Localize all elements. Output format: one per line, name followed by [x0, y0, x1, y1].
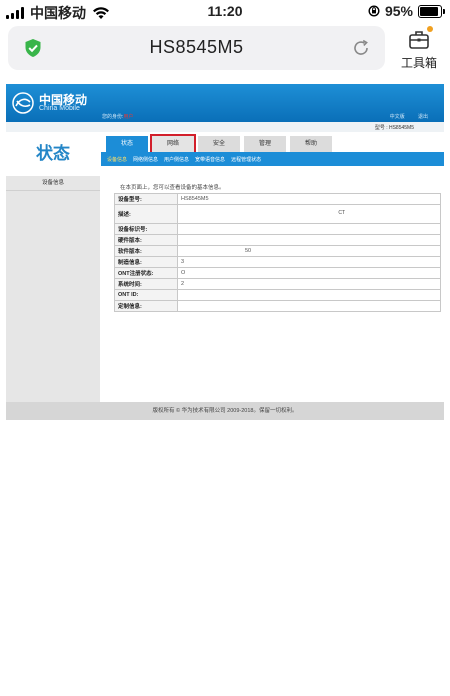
row-label: 定制信息:: [114, 300, 178, 312]
subnav-remote-management[interactable]: 远程管理状态: [231, 156, 261, 163]
address-bar[interactable]: HS8545M5: [8, 26, 385, 70]
row-value: [177, 300, 441, 312]
tab-network[interactable]: 网络: [150, 134, 196, 154]
table-row: 定制信息:: [114, 300, 441, 312]
row-label: 制造信息:: [114, 256, 178, 268]
table-row: 设备型号: HS8545M5: [114, 193, 441, 205]
subnav-voice-info[interactable]: 宽带语音信息: [195, 156, 225, 163]
subnav-device-info[interactable]: 设备信息: [107, 156, 127, 163]
row-value-text: 3: [181, 259, 185, 265]
row-value-text: HS8545M5: [181, 196, 209, 202]
row-value: HS8545M5: [177, 193, 441, 205]
row-label: ONT注册状态:: [114, 267, 178, 279]
table-row: 制造信息: 3: [114, 256, 441, 268]
model-label: 型号 : HS8545M5: [374, 125, 414, 131]
left-panel-title: 状态: [6, 132, 100, 176]
row-label: 系统时间:: [114, 278, 178, 290]
row-label: 软件版本:: [114, 245, 178, 257]
table-row: 系统时间: 2: [114, 278, 441, 290]
table-row: 描述: CT: [114, 204, 441, 224]
copyright-footer: 版权所有 © 华为技术有限公司 2009-2018。保留一切权利。: [6, 402, 444, 420]
row-value-text: 50: [245, 248, 252, 254]
language-link[interactable]: 中文版: [390, 114, 405, 120]
battery-percent: 95%: [384, 3, 413, 19]
notification-dot: [427, 26, 433, 32]
row-value: CT: [177, 204, 441, 224]
row-value: 2: [177, 278, 441, 290]
toolbox-button[interactable]: 工具箱: [395, 26, 443, 72]
toolbox-label: 工具箱: [400, 56, 437, 70]
row-value: [177, 289, 441, 301]
main-tabs: 状态 网络 安全 管理 帮助: [106, 134, 332, 154]
tab-status[interactable]: 状态: [106, 136, 148, 152]
row-label: 硬件版本:: [114, 234, 178, 246]
header-links: 中文版 退出: [378, 113, 428, 120]
row-value: [177, 234, 441, 246]
china-mobile-logo: 中国移动 China Mobile: [12, 90, 92, 118]
row-value-text: 2: [181, 281, 185, 287]
login-prefix: 您的身份:: [102, 114, 124, 120]
status-right: 95%: [368, 3, 445, 19]
row-value-extra: CT: [338, 210, 345, 216]
row-value: 3: [177, 256, 441, 268]
tab-security[interactable]: 安全: [198, 136, 240, 152]
row-value: O: [177, 267, 441, 279]
logout-link[interactable]: 退出: [418, 114, 428, 120]
intro-text: 在本页面上，您可以查看设备的基本信息。: [120, 185, 225, 191]
table-row: 设备标识号:: [114, 223, 441, 235]
battery-icon: [418, 4, 445, 18]
status-bar: 中国移动 11:20 95%: [0, 0, 450, 24]
china-mobile-logo-icon: [12, 92, 34, 114]
row-label: ONT ID:: [114, 289, 178, 301]
router-page: 中国移动 China Mobile 您的身份:用户 中文版 退出 型号 : HS…: [6, 84, 444, 420]
row-label: 设备标识号:: [114, 223, 178, 235]
orientation-lock-icon: [368, 5, 380, 17]
row-label: 描述:: [114, 204, 178, 224]
page-title: HS8545M5: [149, 37, 244, 57]
subnav-network-side-info[interactable]: 网络侧信息: [133, 156, 158, 163]
logo-english: China Mobile: [39, 105, 80, 112]
left-menu-item-device-info[interactable]: 设备信息: [6, 176, 100, 191]
row-label: 设备型号:: [114, 193, 178, 205]
login-info: 您的身份:用户: [102, 113, 133, 120]
row-value: [177, 223, 441, 235]
table-row: 硬件版本:: [114, 234, 441, 246]
toolbox-icon: [409, 31, 429, 49]
login-user: 用户: [123, 114, 134, 120]
tab-management[interactable]: 管理: [244, 136, 286, 152]
table-row: ONT ID:: [114, 289, 441, 301]
table-row: ONT注册状态: O: [114, 267, 441, 279]
tab-help[interactable]: 帮助: [290, 136, 332, 152]
table-row: 软件版本: 50: [114, 245, 441, 257]
subnav-user-side-info[interactable]: 用户侧信息: [164, 156, 189, 163]
reload-icon[interactable]: [351, 38, 371, 58]
sub-navigation: 设备信息 网络侧信息 用户侧信息 宽带语音信息 远程管理状态: [101, 152, 444, 166]
device-info-table: 设备型号: HS8545M5 描述: CT 设备标识号: 硬件版本: 软件版本:…: [114, 193, 441, 312]
row-value: 50: [177, 245, 441, 257]
row-value-text: O: [181, 270, 186, 276]
